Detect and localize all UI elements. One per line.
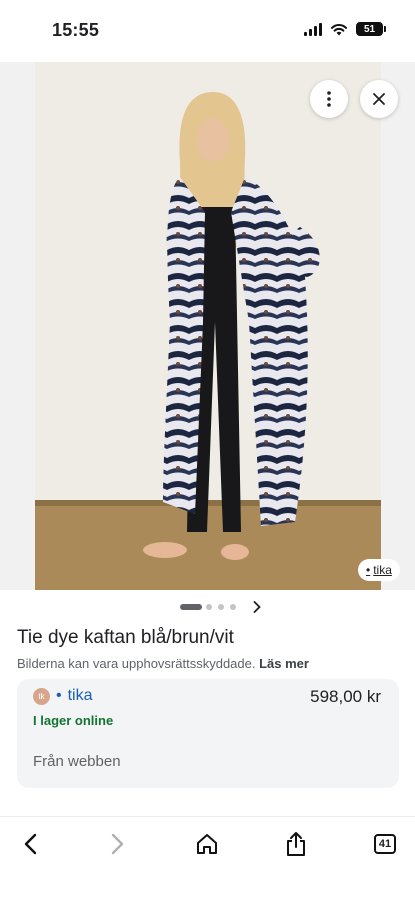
status-icons: 51 bbox=[304, 22, 386, 36]
image-source-name[interactable]: tika bbox=[373, 563, 392, 577]
forward-button[interactable] bbox=[101, 827, 135, 861]
tabs-count: 41 bbox=[374, 834, 396, 854]
carousel-dot[interactable] bbox=[230, 604, 236, 610]
product-image-area[interactable] bbox=[0, 62, 415, 590]
share-button[interactable] bbox=[279, 827, 313, 861]
stock-status: I lager online bbox=[33, 713, 114, 728]
back-button[interactable] bbox=[13, 827, 47, 861]
chevron-left-icon bbox=[24, 833, 37, 855]
learn-more-link[interactable]: Läs mer bbox=[259, 656, 309, 671]
seller[interactable]: tk • tika bbox=[33, 687, 93, 705]
share-icon bbox=[287, 832, 305, 856]
chevron-right-icon bbox=[111, 833, 124, 855]
bullet-icon: • bbox=[56, 687, 62, 704]
offer-card[interactable]: tk • tika 598,00 kr I lager online Från … bbox=[17, 679, 399, 788]
carousel-dot[interactable] bbox=[206, 604, 212, 610]
price: 598,00 kr bbox=[310, 687, 381, 706]
copyright-text: Bilderna kan vara upphovsrättsskyddade. bbox=[17, 656, 256, 671]
browser-toolbar: 41 bbox=[0, 816, 415, 900]
chevron-right-icon[interactable] bbox=[253, 601, 261, 613]
carousel-dot-active[interactable] bbox=[180, 604, 202, 610]
carousel-dot[interactable] bbox=[218, 604, 224, 610]
image-source-chip[interactable]: • tika bbox=[358, 559, 400, 581]
status-bar: 15:55 51 bbox=[0, 0, 415, 62]
battery-level: 51 bbox=[363, 23, 376, 35]
more-options-button[interactable] bbox=[310, 80, 348, 118]
image-carousel-indicator bbox=[0, 600, 415, 614]
battery-icon: 51 bbox=[356, 22, 386, 36]
tabs-button[interactable]: 41 bbox=[368, 827, 402, 861]
close-button[interactable] bbox=[360, 80, 398, 118]
wifi-icon bbox=[331, 23, 347, 35]
seller-name[interactable]: tika bbox=[68, 687, 93, 705]
home-icon bbox=[197, 834, 217, 854]
close-icon bbox=[373, 93, 385, 105]
seller-logo-text: tk bbox=[38, 691, 45, 701]
bullet-icon: • bbox=[366, 563, 371, 577]
seller-logo: tk bbox=[33, 687, 50, 705]
home-button[interactable] bbox=[190, 827, 224, 861]
cellular-signal-icon bbox=[304, 22, 322, 36]
copyright-notice: Bilderna kan vara upphovsrättsskyddade. … bbox=[17, 656, 309, 671]
product-photo[interactable] bbox=[35, 62, 381, 590]
more-vertical-icon bbox=[327, 91, 331, 107]
source-label: Från webben bbox=[33, 753, 121, 770]
product-title: Tie dye kaftan blå/brun/vit bbox=[17, 627, 234, 648]
status-time: 15:55 bbox=[52, 20, 100, 40]
